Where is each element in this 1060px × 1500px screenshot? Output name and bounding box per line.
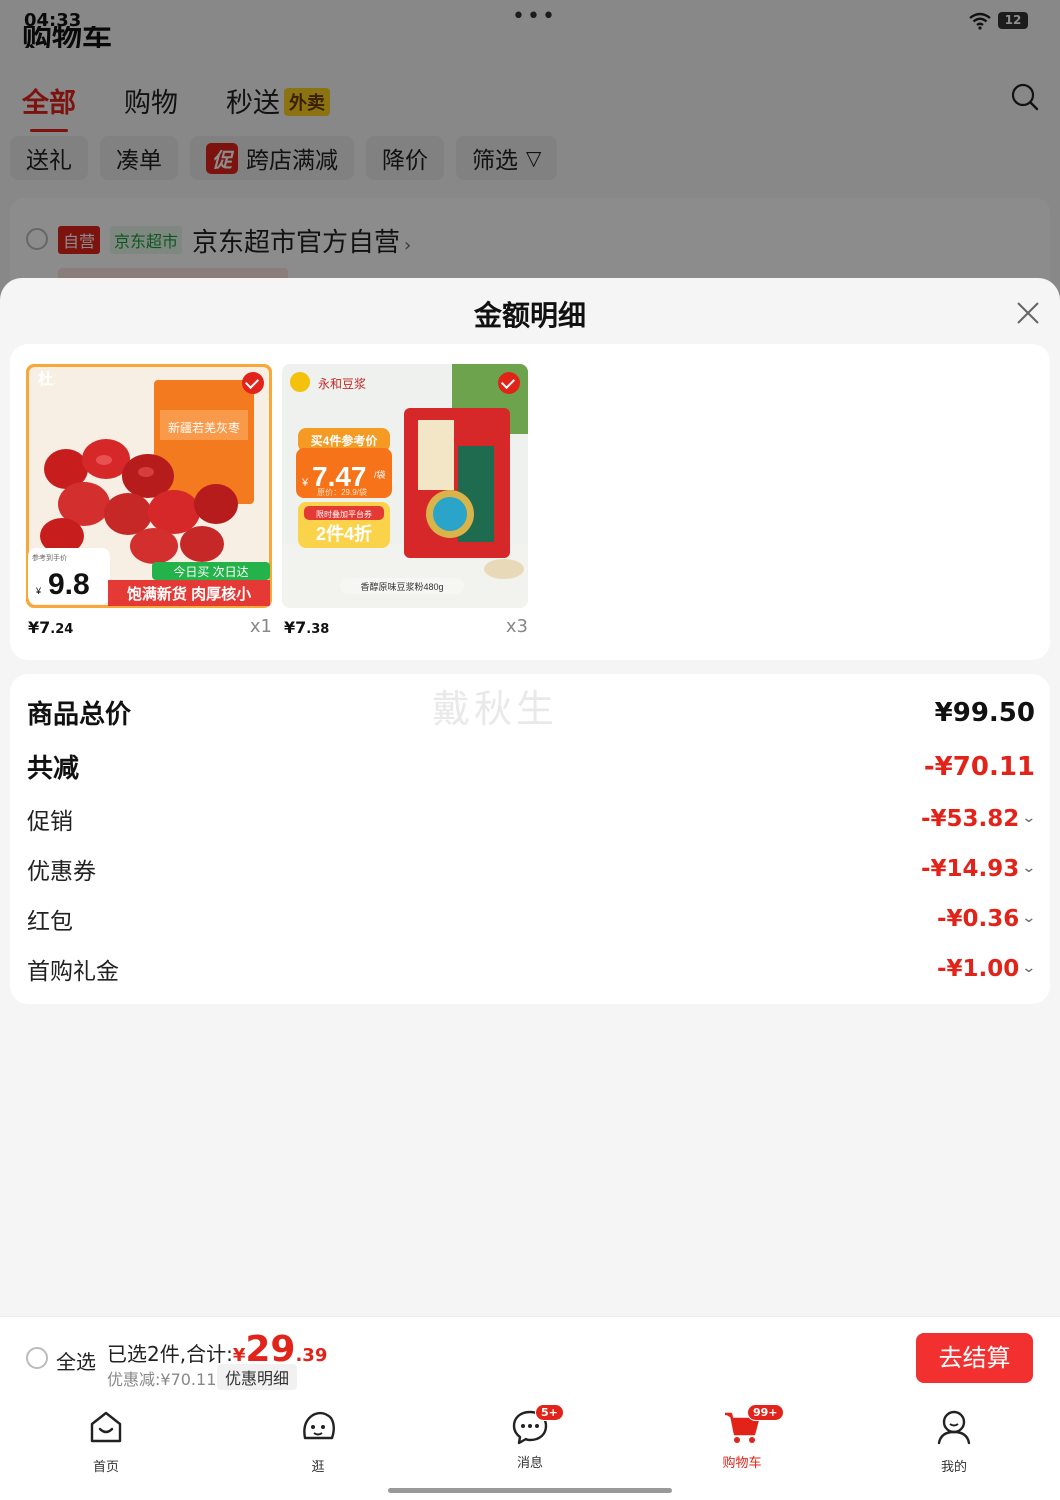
svg-text:原价：29.9/袋: 原价：29.9/袋 (317, 487, 367, 497)
summary-label: 促销 (27, 809, 73, 835)
summary-value: -¥0.36 (936, 906, 1020, 932)
select-all-label[interactable]: 全选 (56, 1346, 96, 1375)
summary-value-wrap: -¥14.93 ⌄ (920, 856, 1037, 882)
summary-row-promotion[interactable]: 促销 -¥53.82 ⌄ (27, 802, 1037, 836)
nav-messages[interactable]: 5+ 消息 (480, 1404, 580, 1471)
checkout-bar: 全选 已选2件,合计:¥29.39 优惠减:¥70.11 优惠明细 去结算 (0, 1316, 1060, 1400)
home-indicator (388, 1488, 672, 1493)
total-currency: ¥ (232, 1345, 246, 1366)
summary-value-wrap: -¥53.82 ⌄ (920, 806, 1037, 832)
price-summary-card: 戴秋生 商品总价 ¥99.50 共减 -¥70.11 促销 -¥53.82 ⌄ 优… (10, 674, 1050, 1004)
svg-text:9.8: 9.8 (48, 568, 90, 601)
summary-row-total-discount: 共减 -¥70.11 (27, 748, 1035, 785)
price-integer: ¥7 (28, 618, 51, 637)
summary-row-total: 商品总价 ¥99.50 (27, 694, 1035, 731)
svg-text:杜: 杜 (38, 370, 53, 388)
nav-label: 首页 (92, 1460, 119, 1475)
price-integer: ¥7 (284, 618, 307, 637)
price-decimal: .38 (306, 622, 330, 637)
selected-count-text: 已选2件,合计: (107, 1342, 233, 1366)
selected-products-card: 新疆若羌灰枣 杜 参考到手价 ¥ 9.8 今日买 次日达 饱满新货 肉厚核小 ¥… (10, 344, 1050, 660)
summary-value: ¥99.50 (934, 697, 1035, 728)
svg-text:¥: ¥ (301, 477, 309, 489)
selected-check-icon (242, 372, 264, 394)
summary-value: -¥70.11 (923, 751, 1035, 782)
svg-text:参考到手价: 参考到手价 (32, 553, 67, 562)
select-all-radio[interactable] (26, 1347, 48, 1369)
summary-label: 共减 (27, 754, 80, 784)
product-quantity: x3 (505, 616, 528, 637)
svg-text:永和豆浆: 永和豆浆 (318, 376, 366, 391)
selected-check-icon (498, 372, 520, 394)
nav-cart[interactable]: 99+ 购物车 (692, 1404, 792, 1471)
svg-text:/袋: /袋 (374, 469, 386, 480)
summary-label: 红包 (27, 909, 73, 935)
nav-profile[interactable]: 我的 (904, 1408, 1004, 1475)
summary-row-first-purchase-gift[interactable]: 首购礼金 -¥1.00 ⌄ (27, 952, 1037, 986)
svg-text:限时叠加平台券: 限时叠加平台券 (316, 509, 372, 519)
nav-home[interactable]: 首页 (56, 1408, 156, 1475)
svg-text:2件4折: 2件4折 (316, 523, 372, 544)
svg-text:¥: ¥ (35, 586, 42, 596)
dates-product-image: 新疆若羌灰枣 杜 参考到手价 ¥ 9.8 今日买 次日达 饱满新货 肉厚核小 (26, 364, 272, 608)
svg-text:新疆若羌灰枣: 新疆若羌灰枣 (168, 420, 240, 435)
chevron-down-icon: ⌄ (1021, 810, 1037, 826)
total-decimal: .39 (295, 1345, 328, 1366)
nav-label: 购物车 (722, 1456, 762, 1471)
summary-value-wrap: -¥1.00 ⌄ (936, 956, 1037, 982)
sheet-title: 金额明细 (473, 299, 586, 332)
cart-icon-wrap: 99+ (723, 1404, 784, 1446)
summary-row-coupon[interactable]: 优惠券 -¥14.93 ⌄ (27, 852, 1037, 886)
summary-value: -¥14.93 (920, 856, 1020, 882)
price-decimal: .24 (50, 622, 74, 637)
svg-text:今日买 次日达: 今日买 次日达 (173, 564, 248, 579)
product-price: ¥7.24 (28, 618, 73, 637)
svg-text:饱满新货 肉厚核小: 饱满新货 肉厚核小 (127, 585, 251, 603)
summary-value-wrap: -¥0.36 ⌄ (936, 906, 1037, 932)
nav-label: 逛 (311, 1460, 325, 1475)
message-icon-wrap: 5+ (511, 1404, 564, 1446)
product-quantity: x1 (249, 616, 272, 637)
summary-value: -¥53.82 (920, 806, 1020, 832)
message-badge: 5+ (535, 1404, 564, 1421)
svg-text:香醇原味豆浆粉480g: 香醇原味豆浆粉480g (360, 581, 443, 592)
browse-icon (303, 1411, 335, 1440)
discount-amount: 优惠减:¥70.11 (107, 1370, 217, 1389)
summary-label: 优惠券 (27, 859, 96, 885)
chevron-down-icon: ⌄ (1021, 960, 1037, 976)
profile-icon (937, 1410, 971, 1445)
nav-label: 我的 (940, 1460, 967, 1475)
discount-detail-button[interactable]: 优惠明细 (217, 1364, 298, 1390)
svg-text:买4件参考价: 买4件参考价 (311, 433, 379, 448)
checkout-button[interactable]: 去结算 (916, 1333, 1033, 1383)
summary-row-red-packet[interactable]: 红包 -¥0.36 ⌄ (27, 902, 1037, 936)
nav-label: 消息 (516, 1456, 543, 1471)
bottom-tab-bar: 首页 逛 5+ 消息 99+ 购物车 我的 (0, 1400, 1060, 1500)
summary-label: 商品总价 (27, 700, 132, 730)
home-icon (90, 1411, 122, 1443)
summary-value: -¥1.00 (936, 956, 1020, 982)
close-icon[interactable] (1013, 298, 1043, 328)
chevron-down-icon: ⌄ (1021, 860, 1037, 876)
summary-label: 首购礼金 (27, 959, 119, 985)
soy-milk-powder-image: 永和豆浆 买4件参考价 ¥ 7.47 /袋 原价：29.9/袋 限时叠加平台券 … (282, 364, 528, 608)
nav-browse[interactable]: 逛 (268, 1408, 368, 1475)
cart-badge: 99+ (747, 1404, 784, 1421)
chevron-down-icon: ⌄ (1021, 910, 1037, 926)
product-price: ¥7.38 (284, 618, 329, 637)
